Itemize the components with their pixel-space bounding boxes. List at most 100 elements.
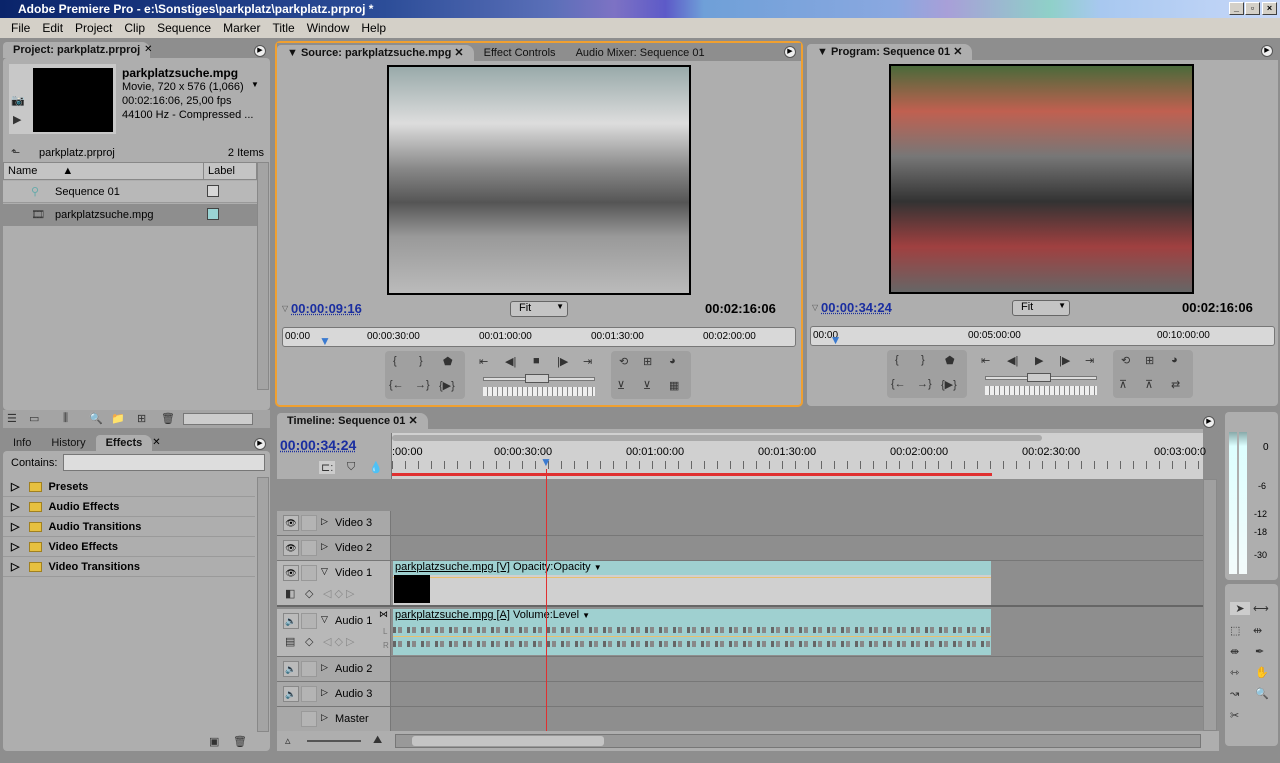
output-icon[interactable]: ◕ <box>669 355 676 367</box>
menu-marker[interactable]: Marker <box>217 21 266 35</box>
slide-tool-icon[interactable]: ↝ <box>1230 687 1239 700</box>
razor-tool-icon[interactable]: ✂ <box>1230 709 1239 722</box>
new-item-icon[interactable]: ⊞ <box>137 412 146 425</box>
set-unnumbered-marker-icon[interactable]: 💧 <box>369 461 383 474</box>
collapse-icon[interactable]: ▽ <box>321 566 328 577</box>
stop-icon[interactable]: ■ <box>533 355 540 367</box>
step-back-icon[interactable]: ◀| <box>1007 354 1018 367</box>
panel-menu-button[interactable]: ▶ <box>1203 416 1215 428</box>
play-icon[interactable]: ▶ <box>13 113 21 126</box>
next-marker-icon[interactable]: ⇥ <box>583 355 592 368</box>
safe-margins-icon[interactable]: ⊞ <box>643 355 652 368</box>
shuttle-handle[interactable] <box>1027 373 1051 382</box>
speaker-icon[interactable]: 🔈 <box>283 613 299 629</box>
tab-program[interactable]: ▼ Program: Sequence 01 ✕ <box>807 44 973 60</box>
program-time-ruler[interactable]: 00:00 00:05:00:00 00:10:00:00 ▼ <box>810 326 1275 347</box>
icon-view-icon[interactable]: ▭ <box>29 412 39 425</box>
lock-toggle[interactable] <box>301 515 317 531</box>
tab-source[interactable]: ▼ Source: parkplatzsuche.mpg ✕ <box>277 45 474 61</box>
automate-icon[interactable]: ⫼ <box>63 412 68 425</box>
zoom-out-icon[interactable]: ▵ <box>285 734 291 747</box>
rolling-edit-tool-icon[interactable]: ⇹ <box>1253 624 1262 637</box>
eye-icon[interactable]: 👁 <box>283 540 299 556</box>
slip-tool-icon[interactable]: ⇿ <box>1230 666 1239 679</box>
next-edit-icon[interactable]: ⇥ <box>1085 354 1094 367</box>
lock-toggle[interactable] <box>301 613 317 629</box>
step-forward-icon[interactable]: |▶ <box>557 355 568 368</box>
eye-icon[interactable]: 👁 <box>283 515 299 531</box>
step-forward-icon[interactable]: |▶ <box>1059 354 1070 367</box>
lock-toggle[interactable] <box>301 661 317 677</box>
close-tab-icon[interactable]: ✕ <box>144 44 152 55</box>
list-view-icon[interactable]: ☰ <box>7 412 17 425</box>
eye-icon[interactable]: 👁 <box>283 565 299 581</box>
play-in-to-out-icon[interactable]: {▶} <box>439 379 455 392</box>
expand-icon[interactable]: ▷ <box>321 541 328 552</box>
scrollbar-thumb[interactable] <box>412 736 604 746</box>
previous-edit-icon[interactable]: ⇤ <box>981 354 990 367</box>
dropdown-icon[interactable]: ▼ <box>251 80 259 89</box>
timeline-time-ruler[interactable]: :00:00 00:00:30:00 00:01:00:00 00:01:30:… <box>391 433 1206 479</box>
overlay-icon[interactable]: ⊻ <box>643 379 651 392</box>
new-bin-icon[interactable]: 📁 <box>111 412 125 425</box>
menu-help[interactable]: Help <box>355 21 392 35</box>
effects-item-video-effects[interactable]: ▷ Video Effects <box>3 537 255 557</box>
effects-scrollbar[interactable] <box>257 477 269 732</box>
playhead-marker[interactable]: ▼ <box>830 333 842 347</box>
timeline-timecode[interactable]: 00:00:34:24 <box>280 437 356 453</box>
go-to-out-icon[interactable]: →} <box>415 379 430 391</box>
list-item[interactable]: ⚲ Sequence 01 <box>3 181 257 203</box>
trim-icon[interactable]: ⇄ <box>1171 378 1180 391</box>
set-marker-icon[interactable]: ⬟ <box>443 355 453 368</box>
tab-effect-controls[interactable]: Effect Controls <box>474 45 566 61</box>
keyframe-icon[interactable]: ◇ <box>305 635 313 648</box>
safe-margins-icon[interactable]: ⊞ <box>1145 354 1154 367</box>
shuttle-handle[interactable] <box>525 374 549 383</box>
tab-info[interactable]: Info <box>3 435 41 451</box>
camera-icon[interactable]: 📷 <box>11 94 25 107</box>
minimize-button[interactable]: _ <box>1229 2 1244 15</box>
hand-tool-icon[interactable]: ✋ <box>1255 666 1269 679</box>
volume-line[interactable] <box>393 636 991 637</box>
loop-icon[interactable]: ⟲ <box>1121 354 1130 367</box>
tab-effects[interactable]: Effects <box>95 435 153 451</box>
effects-item-video-transitions[interactable]: ▷ Video Transitions <box>3 557 255 577</box>
go-to-out-icon[interactable]: →} <box>917 378 932 390</box>
jog-wheel[interactable] <box>483 387 595 396</box>
close-tab-icon[interactable]: ✕ <box>152 437 160 448</box>
set-encore-marker-icon[interactable]: ⛉ <box>347 461 355 474</box>
set-in-point-icon[interactable]: { <box>895 354 899 366</box>
loop-icon[interactable]: ⟲ <box>619 355 628 368</box>
work-area-bar[interactable] <box>392 435 1042 441</box>
folder-up-icon[interactable]: ⬑ <box>11 146 20 159</box>
set-out-point-icon[interactable]: } <box>419 355 423 367</box>
zoom-slider[interactable] <box>307 740 361 742</box>
delete-icon[interactable]: 🗑 <box>233 735 247 748</box>
menu-clip[interactable]: Clip <box>118 21 151 35</box>
menu-edit[interactable]: Edit <box>36 21 69 35</box>
effects-item-audio-effects[interactable]: ▷ Audio Effects <box>3 497 255 517</box>
play-in-to-out-icon[interactable]: {▶} <box>941 378 957 391</box>
menu-project[interactable]: Project <box>69 21 118 35</box>
zoom-tool-icon[interactable]: 🔍 <box>1255 687 1269 700</box>
set-in-point-icon[interactable]: { <box>393 355 397 367</box>
ripple-edit-tool-icon[interactable]: ⬚ <box>1230 624 1240 637</box>
play-icon[interactable]: ▶ <box>1035 354 1043 367</box>
opacity-line[interactable] <box>393 577 991 578</box>
thumbnail-slider[interactable] <box>183 413 253 425</box>
effects-item-presets[interactable]: ▷ Presets <box>3 477 255 497</box>
expand-icon[interactable]: ▷ <box>321 687 328 698</box>
playhead-line[interactable] <box>546 469 547 731</box>
insert-icon[interactable]: ⊻ <box>617 379 625 392</box>
effect-select[interactable]: Opacity:Opacity <box>513 561 591 573</box>
source-timecode[interactable]: 00:00:09:16 <box>291 301 362 316</box>
new-bin-icon[interactable]: ▣ <box>209 735 219 748</box>
playhead-marker[interactable]: ▼ <box>540 455 552 469</box>
effects-search-input[interactable] <box>63 454 265 471</box>
source-time-ruler[interactable]: 00:00 00:00:30:00 00:01:00:00 00:01:30:0… <box>282 327 796 348</box>
collapse-icon[interactable]: ▽ <box>321 614 328 625</box>
snap-icon[interactable]: ⊏: <box>319 461 336 474</box>
list-item[interactable]: 🎞 parkplatzsuche.mpg <box>3 204 257 226</box>
effects-item-audio-transitions[interactable]: ▷ Audio Transitions <box>3 517 255 537</box>
maximize-button[interactable]: ▫ <box>1245 2 1260 15</box>
